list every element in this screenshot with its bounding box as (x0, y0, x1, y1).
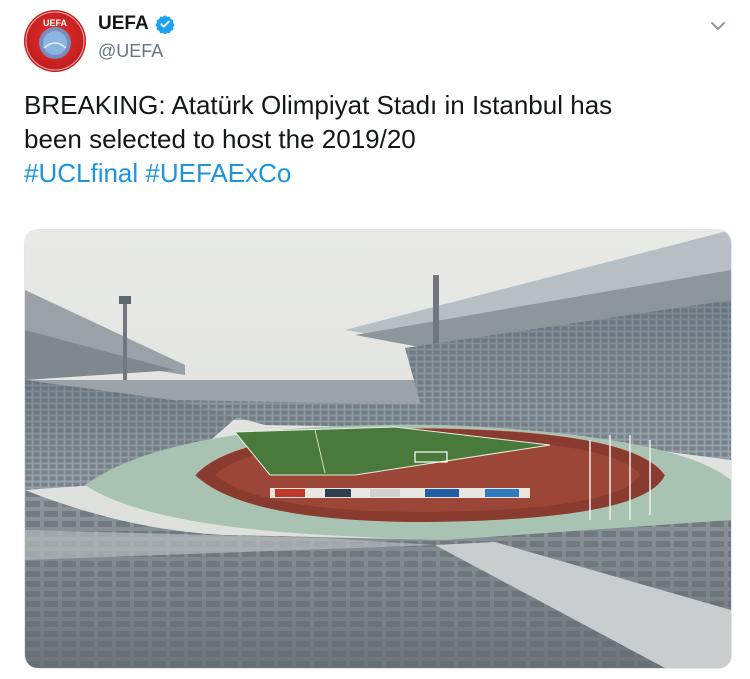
stadium-photo (25, 230, 731, 668)
verified-badge-icon (155, 15, 175, 34)
tweet-text: BREAKING: Atatürk Olimpiyat Stadı in Ist… (24, 88, 734, 190)
hashtag-line: #UCLfinal #UEFAExCo (24, 156, 734, 190)
tweet-text-line-2: been selected to host the 2019/20 (24, 124, 416, 154)
tweet-media[interactable] (24, 229, 732, 669)
avatar[interactable]: UEFA (24, 10, 86, 72)
avatar-wordmark: UEFA (43, 18, 68, 28)
display-name[interactable]: UEFA (98, 13, 149, 35)
handle[interactable]: @UEFA (98, 41, 163, 62)
uefa-logo-icon: UEFA (25, 11, 85, 71)
chevron-down-icon[interactable] (706, 14, 730, 38)
tweet-text-line-1: BREAKING: Atatürk Olimpiyat Stadı in Ist… (24, 90, 613, 120)
hashtag-uclfinal[interactable]: #UCLfinal (24, 158, 138, 188)
hashtag-uefaexco[interactable]: #UEFAExCo (145, 158, 291, 188)
tweet-card: UEFA UEFA @UEFA BREAKING: Atatürk Olimpi… (0, 0, 750, 679)
author-name-row: UEFA (98, 13, 175, 35)
